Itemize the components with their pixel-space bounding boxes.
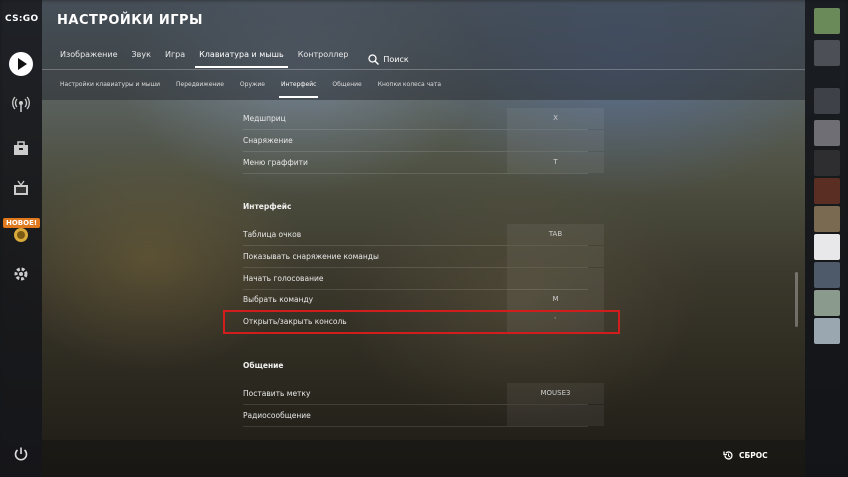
- scrollbar-thumb[interactable]: [795, 272, 798, 327]
- keybind-list: Медшприц X Снаряжение Меню граффити T Ин…: [226, 100, 621, 440]
- keybind-row[interactable]: Начать голосование: [243, 268, 604, 290]
- keybind-row[interactable]: Таблица очков TAB: [243, 224, 604, 246]
- subtab-chat-wheel-buttons[interactable]: Кнопки колеса чата: [378, 81, 441, 98]
- keybind-label: Снаряжение: [243, 136, 293, 145]
- page-title: НАСТРОЙКИ ИГРЫ: [57, 13, 204, 28]
- keybind-value[interactable]: MOUSE3: [507, 383, 604, 404]
- tab-video[interactable]: Изображение: [60, 50, 118, 68]
- friend-avatar[interactable]: [814, 178, 840, 204]
- broadcast-icon[interactable]: [11, 95, 31, 115]
- tab-divider: [42, 69, 805, 70]
- inventory-icon[interactable]: [11, 140, 31, 160]
- search-icon: [368, 53, 380, 65]
- friend-avatar[interactable]: [814, 120, 840, 146]
- keybind-value[interactable]: [507, 130, 604, 151]
- console-highlight-box: [223, 310, 620, 334]
- csgo-logo[interactable]: CS:GO: [5, 14, 38, 24]
- keybind-value[interactable]: X: [507, 108, 604, 129]
- keybind-label: Выбрать команду: [243, 295, 314, 304]
- keybind-label: Меню граффити: [243, 158, 308, 167]
- play-button[interactable]: [9, 52, 33, 76]
- main-tabs: Изображение Звук Игра Клавиатура и мышь …: [60, 50, 409, 68]
- keybind-label: Показывать снаряжение команды: [243, 252, 379, 261]
- keybind-row[interactable]: Снаряжение: [243, 130, 604, 152]
- keybind-label: Радиосообщение: [243, 411, 311, 420]
- friend-avatar[interactable]: [814, 8, 840, 34]
- keybind-label: Таблица очков: [243, 230, 302, 239]
- operation-coin-icon[interactable]: [11, 226, 31, 246]
- keybind-row[interactable]: Медшприц X: [243, 108, 604, 130]
- keybind-value[interactable]: [507, 246, 604, 267]
- reset-button[interactable]: СБРОС: [723, 450, 768, 461]
- left-sidebar: CS:GO НОВОЕ!: [0, 0, 42, 477]
- settings-gear-icon[interactable]: [11, 265, 31, 285]
- search-label: Поиск: [383, 54, 409, 64]
- friend-avatar[interactable]: [814, 40, 840, 66]
- subtab-communication[interactable]: Общение: [332, 81, 361, 98]
- reset-icon: [723, 451, 733, 460]
- tab-audio[interactable]: Звук: [132, 50, 151, 68]
- keybind-label: Медшприц: [243, 114, 286, 123]
- keybind-row[interactable]: Поставить метку MOUSE3: [243, 383, 604, 405]
- friend-avatar[interactable]: [814, 206, 840, 232]
- friend-avatar[interactable]: [814, 150, 840, 176]
- friend-avatar[interactable]: [814, 290, 840, 316]
- keybind-label: Поставить метку: [243, 389, 311, 398]
- bottom-bar: [42, 440, 805, 477]
- keybind-row[interactable]: Радиосообщение: [243, 405, 604, 427]
- tv-icon[interactable]: [11, 180, 31, 200]
- friend-avatar[interactable]: [814, 318, 840, 344]
- keybind-value[interactable]: T: [507, 152, 604, 173]
- tab-game[interactable]: Игра: [165, 50, 185, 68]
- sub-tabs: Настройки клавиатуры и мыши Передвижение…: [60, 81, 457, 98]
- keybind-value[interactable]: [507, 405, 604, 426]
- subtab-weapons[interactable]: Оружие: [240, 81, 265, 98]
- keybind-value[interactable]: [507, 268, 604, 289]
- friend-avatar[interactable]: [814, 234, 840, 260]
- subtab-interface[interactable]: Интерфейс: [278, 81, 319, 98]
- friend-avatar[interactable]: [814, 262, 840, 288]
- tab-controller[interactable]: Контроллер: [298, 50, 349, 68]
- keybind-value[interactable]: M: [507, 289, 604, 310]
- subtab-movement[interactable]: Передвижение: [176, 81, 224, 98]
- keybind-label: Начать голосование: [243, 274, 324, 283]
- keybind-value[interactable]: TAB: [507, 224, 604, 245]
- keybind-row[interactable]: Выбрать команду M: [243, 289, 604, 311]
- search-button[interactable]: Поиск: [368, 50, 409, 68]
- power-icon[interactable]: [12, 446, 30, 464]
- tab-keyboard-mouse[interactable]: Клавиатура и мышь: [195, 50, 288, 68]
- section-title-interface: Интерфейс: [243, 202, 292, 211]
- reset-label: СБРОС: [739, 451, 768, 460]
- section-title-communication: Общение: [243, 361, 284, 370]
- friends-sidebar: [805, 0, 848, 477]
- friend-avatar[interactable]: [814, 88, 840, 114]
- subtab-keyboard-mouse-settings[interactable]: Настройки клавиатуры и мыши: [60, 81, 160, 98]
- keybind-row[interactable]: Показывать снаряжение команды: [243, 246, 604, 268]
- keybind-row[interactable]: Меню граффити T: [243, 152, 604, 174]
